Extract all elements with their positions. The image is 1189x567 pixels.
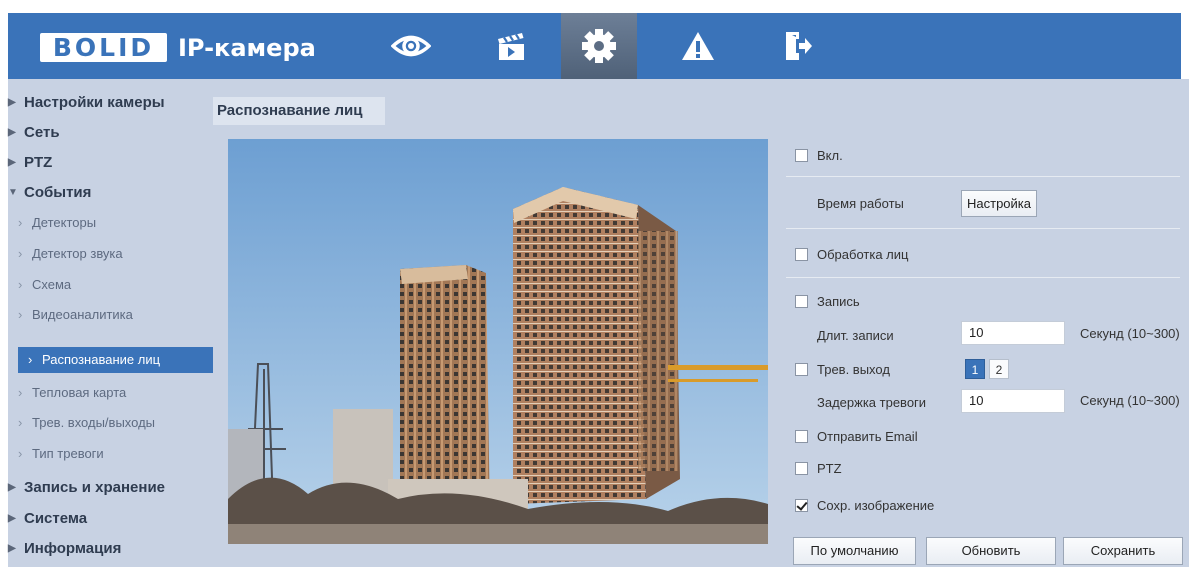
alarm-channel-1[interactable]: 1 [965, 359, 985, 379]
nav-alarm[interactable] [660, 13, 736, 79]
face-recognition-settings: Вкл. Время работы Настройка Обработка ли… [786, 139, 1186, 567]
chevron-right-icon: › [18, 215, 23, 230]
sidebar-item-record-storage[interactable]: ▶ Запись и хранение [8, 475, 213, 501]
nav-live-view[interactable] [373, 13, 449, 79]
sidebar-item-label: Тип тревоги [32, 446, 104, 461]
alarm-out-label: Трев. выход [817, 361, 890, 377]
sidebar-item-label: Настройки камеры [24, 94, 165, 111]
email-row: Отправить Email [786, 425, 918, 447]
sidebar-item-label: Детекторы [32, 215, 97, 230]
alarm-delay-input[interactable]: 10 [961, 389, 1065, 413]
collapsed-triangle-icon: ▶ [8, 97, 16, 108]
email-label: Отправить Email [817, 428, 918, 444]
refresh-button[interactable]: Обновить [926, 537, 1056, 565]
sidebar-item-label: Трев. входы/выходы [32, 415, 156, 430]
sidebar-item-label: Детектор звука [32, 246, 123, 261]
collapsed-triangle-icon: ▶ [8, 543, 16, 554]
sidebar-item-network[interactable]: ▶ Сеть [8, 120, 213, 146]
alarm-delay-label: Задержка тревоги [817, 395, 927, 410]
eye-icon [391, 35, 431, 57]
record-row: Запись [786, 290, 860, 312]
sidebar-item-alarm-io[interactable]: › Трев. входы/выходы [8, 410, 213, 436]
sidebar-item-face-recognition[interactable]: › Распознавание лиц [18, 347, 213, 373]
divider [786, 176, 1180, 177]
ptz-label: PTZ [817, 460, 842, 476]
sidebar-item-alarm-type[interactable]: › Тип тревоги [8, 441, 213, 467]
alarm-out-row: Трев. выход [786, 358, 890, 380]
top-header: BOLID IP-камера [8, 13, 1181, 79]
chevron-right-icon: › [18, 415, 23, 430]
alarm-channel-2[interactable]: 2 [989, 359, 1009, 379]
save-button[interactable]: Сохранить [1063, 537, 1183, 565]
record-duration-unit: Секунд (10~300) [1080, 326, 1180, 341]
sidebar-item-label: События [24, 184, 92, 201]
chevron-right-icon: › [18, 385, 23, 400]
alarm-out-checkbox[interactable] [795, 362, 808, 376]
page-title: Распознавание лиц [213, 97, 385, 125]
face-processing-row: Обработка лиц [786, 243, 908, 265]
divider [786, 277, 1180, 278]
app-title: IP-камера [178, 34, 316, 62]
enable-checkbox[interactable] [795, 148, 808, 162]
chevron-right-icon: › [18, 446, 23, 461]
record-duration-input[interactable]: 10 [961, 321, 1065, 345]
nav-logout[interactable] [760, 13, 836, 79]
email-checkbox[interactable] [795, 429, 808, 443]
record-checkbox[interactable] [795, 294, 808, 308]
sidebar-item-label: Информация [24, 540, 122, 557]
schedule-label: Время работы [817, 196, 904, 211]
sidebar-item-system[interactable]: ▶ Система [8, 506, 213, 532]
collapsed-triangle-icon: ▶ [8, 513, 16, 524]
sidebar-item-label: Система [24, 510, 88, 527]
sidebar-item-heatmap[interactable]: › Тепловая карта [8, 380, 213, 406]
video-preview [228, 139, 768, 544]
sidebar-item-label: Тепловая карта [32, 385, 127, 400]
enable-row: Вкл. [786, 144, 843, 166]
chevron-right-icon: › [28, 352, 33, 367]
default-button[interactable]: По умолчанию [793, 537, 916, 565]
nav-playback[interactable] [473, 13, 549, 79]
sidebar-item-events[interactable]: ▼ События [8, 180, 213, 206]
gear-icon [582, 29, 616, 63]
ptz-row: PTZ [786, 457, 842, 479]
record-label: Запись [817, 293, 860, 309]
collapsed-triangle-icon: ▶ [8, 482, 16, 493]
sidebar-item-ptz[interactable]: ▶ PTZ [8, 150, 213, 176]
sidebar-item-label: Видеоаналитика [32, 307, 133, 322]
sidebar-item-sound-detector[interactable]: › Детектор звука [8, 241, 213, 267]
face-processing-label: Обработка лиц [817, 246, 909, 262]
divider [786, 228, 1180, 229]
chevron-right-icon: › [18, 277, 23, 292]
clapperboard-icon [498, 33, 524, 60]
sidebar-item-scheme[interactable]: › Схема [8, 272, 213, 298]
bolid-logo: BOLID [40, 33, 167, 62]
nav-settings[interactable] [561, 13, 637, 79]
chevron-right-icon: › [18, 246, 23, 261]
chevron-right-icon: › [18, 307, 23, 322]
ptz-checkbox[interactable] [795, 461, 808, 475]
face-processing-checkbox[interactable] [795, 247, 808, 261]
collapsed-triangle-icon: ▶ [8, 157, 16, 168]
exit-icon [786, 32, 812, 60]
camera-image [228, 139, 768, 544]
sidebar-item-info[interactable]: ▶ Информация [8, 536, 213, 562]
sidebar-item-label: Распознавание лиц [42, 352, 161, 367]
sidebar-item-label: Запись и хранение [24, 479, 166, 496]
enable-label: Вкл. [817, 147, 843, 163]
schedule-setup-button[interactable]: Настройка [961, 190, 1037, 217]
record-duration-label: Длит. записи [817, 328, 894, 343]
sidebar-item-label: PTZ [24, 154, 53, 171]
expanded-triangle-icon: ▼ [8, 187, 18, 198]
sidebar-item-video-analytics[interactable]: › Видеоаналитика [8, 302, 213, 328]
snapshot-checkbox[interactable] [795, 498, 808, 512]
snapshot-label: Сохр. изображение [817, 497, 935, 513]
sidebar-item-label: Сеть [24, 124, 60, 141]
alarm-delay-unit: Секунд (10~300) [1080, 393, 1180, 408]
collapsed-triangle-icon: ▶ [8, 127, 16, 138]
sidebar-item-camera-settings[interactable]: ▶ Настройки камеры [8, 90, 213, 116]
sidebar-item-label: Схема [32, 277, 72, 292]
sidebar-item-detectors[interactable]: › Детекторы [8, 210, 213, 236]
snapshot-row: Сохр. изображение [786, 494, 934, 516]
warning-icon [682, 32, 714, 60]
